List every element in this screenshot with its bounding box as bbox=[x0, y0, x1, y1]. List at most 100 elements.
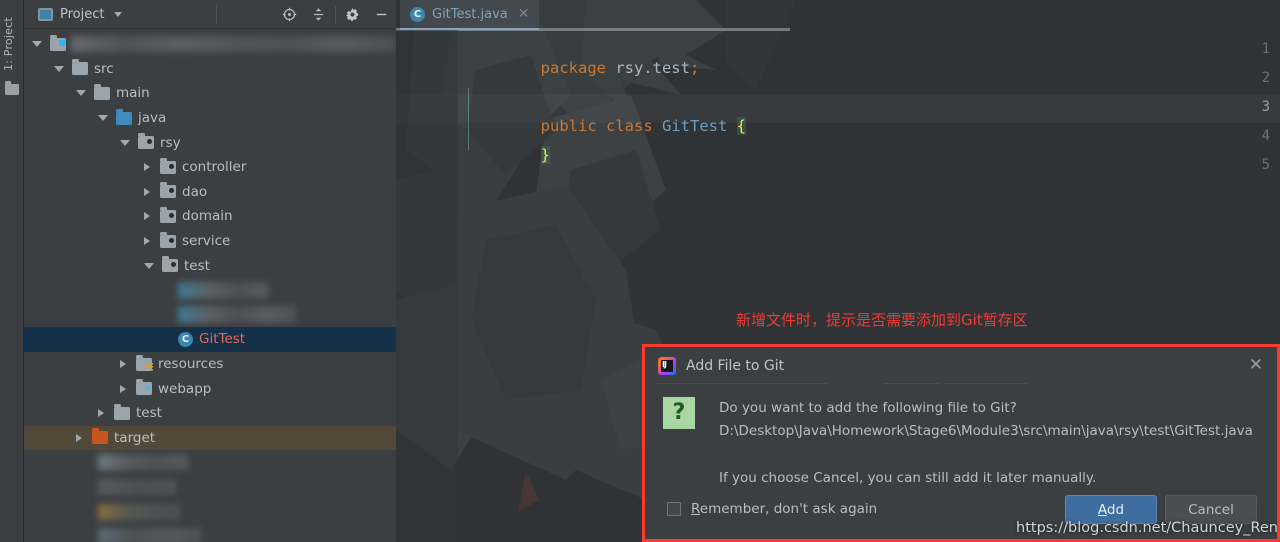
toolbar-divider bbox=[335, 5, 336, 24]
expand-arrow-icon[interactable] bbox=[144, 187, 150, 196]
keyword-package: package bbox=[540, 59, 606, 77]
add-button-label: Add bbox=[1098, 502, 1124, 518]
tree-item-label: target bbox=[114, 429, 156, 446]
tree-row-redacted-class-2[interactable] bbox=[24, 303, 396, 328]
line-number: 3 bbox=[1261, 99, 1270, 115]
package-icon bbox=[160, 206, 176, 223]
code-line-1: package rsy.test; bbox=[466, 41, 700, 95]
tree-row-main[interactable]: main bbox=[24, 81, 396, 106]
source-folder-icon bbox=[116, 108, 132, 125]
mnemonic-letter: A bbox=[1097, 501, 1107, 518]
class-name: GitTest bbox=[652, 117, 737, 135]
tree-row-redacted-c[interactable] bbox=[24, 499, 396, 524]
remember-checkbox-row[interactable]: Remember, don't ask again bbox=[667, 501, 877, 517]
tool-window-button-project[interactable]: 1: Project bbox=[2, 6, 22, 86]
java-class-icon: C bbox=[410, 6, 425, 22]
webapp-folder-icon bbox=[136, 379, 152, 396]
package-name: rsy.test bbox=[605, 59, 690, 77]
project-tree[interactable]: src main java rsy controller dao domain … bbox=[24, 29, 396, 542]
java-class-icon: C bbox=[178, 331, 193, 347]
editor-gutter[interactable] bbox=[396, 30, 458, 542]
resources-folder-icon bbox=[136, 354, 153, 372]
expand-arrow-icon[interactable] bbox=[120, 384, 126, 393]
close-icon[interactable]: ✕ bbox=[1249, 357, 1263, 374]
tree-item-label: src bbox=[94, 60, 114, 77]
chevron-down-icon[interactable] bbox=[114, 11, 123, 17]
tree-row-java[interactable]: java bbox=[24, 106, 396, 131]
editor-scrollbar-horizontal[interactable] bbox=[396, 28, 1280, 31]
tool-window-button-label: 1: Project bbox=[2, 17, 15, 71]
project-tool-window: Project src main java rsy controller dao… bbox=[24, 0, 396, 542]
semicolon: ; bbox=[689, 59, 700, 77]
expand-arrow-icon[interactable] bbox=[98, 409, 104, 418]
redacted-file-name bbox=[98, 478, 176, 495]
locate-icon[interactable] bbox=[275, 0, 304, 29]
remember-checkbox[interactable] bbox=[667, 502, 681, 516]
add-file-to-git-dialog[interactable]: IJ Add File to Git ✕ ? Do you want to ad… bbox=[642, 344, 1280, 542]
tree-row-dao[interactable]: dao bbox=[24, 180, 396, 205]
expand-arrow-icon[interactable] bbox=[144, 262, 154, 269]
mnemonic-letter: R bbox=[691, 501, 700, 517]
tree-item-label: test bbox=[136, 405, 162, 422]
tree-item-label: controller bbox=[182, 159, 247, 176]
tree-item-label: java bbox=[138, 110, 167, 127]
package-icon bbox=[162, 256, 178, 273]
tree-item-label: main bbox=[116, 85, 150, 102]
expand-arrow-icon[interactable] bbox=[98, 115, 108, 122]
editor-tab-gittest[interactable]: C GitTest.java ✕ bbox=[400, 0, 539, 30]
tree-item-label: webapp bbox=[158, 380, 212, 397]
annotation-text: 新增文件时，提示是否需要添加到Git暂存区 bbox=[736, 311, 1028, 329]
expand-arrow-icon[interactable] bbox=[120, 139, 130, 146]
tree-row-controller[interactable]: controller bbox=[24, 155, 396, 180]
folder-icon bbox=[94, 83, 110, 100]
remember-label-rest: emember, don't ask again bbox=[699, 501, 878, 517]
tree-row-redacted-class-1[interactable] bbox=[24, 278, 396, 303]
tree-item-label: rsy bbox=[160, 134, 181, 151]
tree-row-domain[interactable]: domain bbox=[24, 204, 396, 229]
title-divider bbox=[883, 383, 939, 384]
tree-row-resources[interactable]: resources bbox=[24, 352, 396, 377]
module-folder-icon bbox=[50, 34, 66, 51]
tree-row-src[interactable]: src bbox=[24, 57, 396, 82]
tree-row-test-package[interactable]: test bbox=[24, 253, 396, 278]
title-divider bbox=[945, 383, 1027, 384]
redacted-file-name bbox=[98, 528, 202, 542]
tree-row-gittest[interactable]: C GitTest bbox=[24, 327, 396, 352]
redacted-file-name bbox=[178, 306, 296, 324]
tree-row-root[interactable] bbox=[24, 32, 396, 57]
tree-row-target[interactable]: target bbox=[24, 425, 396, 451]
tree-item-label: resources bbox=[158, 356, 224, 373]
hide-panel-icon[interactable] bbox=[367, 0, 396, 29]
project-view-selector[interactable]: Project bbox=[24, 7, 123, 22]
code-line-4: } bbox=[466, 128, 550, 182]
collapse-all-icon[interactable] bbox=[304, 0, 333, 29]
tree-row-webapp[interactable]: webapp bbox=[24, 376, 396, 401]
watermark-text: https://blog.csdn.net/Chauncey_Ren bbox=[1016, 520, 1278, 536]
close-icon[interactable]: ✕ bbox=[518, 7, 530, 21]
expand-arrow-icon[interactable] bbox=[76, 433, 82, 442]
tree-item-label: GitTest bbox=[199, 331, 246, 348]
tree-row-redacted-b[interactable] bbox=[24, 475, 396, 500]
expand-arrow-icon[interactable] bbox=[120, 360, 126, 369]
question-icon: ? bbox=[663, 397, 695, 429]
excluded-folder-icon bbox=[92, 428, 108, 445]
expand-arrow-icon[interactable] bbox=[32, 41, 42, 48]
settings-gear-icon[interactable] bbox=[338, 0, 367, 29]
expand-arrow-icon[interactable] bbox=[54, 65, 64, 72]
line-number: 5 bbox=[1261, 157, 1270, 173]
tree-row-redacted-a[interactable] bbox=[24, 450, 396, 475]
dialog-title-bar: IJ Add File to Git bbox=[645, 347, 1277, 384]
expand-arrow-icon[interactable] bbox=[76, 90, 86, 97]
tree-row-redacted-d[interactable] bbox=[24, 524, 396, 542]
tree-row-rsy[interactable]: rsy bbox=[24, 130, 396, 155]
editor-tab-label: GitTest.java bbox=[432, 6, 508, 22]
expand-arrow-icon[interactable] bbox=[144, 163, 150, 172]
expand-arrow-icon[interactable] bbox=[144, 237, 150, 246]
expand-arrow-icon[interactable] bbox=[144, 212, 150, 221]
open-brace: { bbox=[736, 117, 746, 135]
tree-item-label: test bbox=[184, 257, 210, 274]
tree-row-service[interactable]: service bbox=[24, 229, 396, 254]
tree-item-label: domain bbox=[182, 208, 233, 225]
tree-row-test-folder[interactable]: test bbox=[24, 401, 396, 426]
header-divider bbox=[216, 5, 217, 24]
